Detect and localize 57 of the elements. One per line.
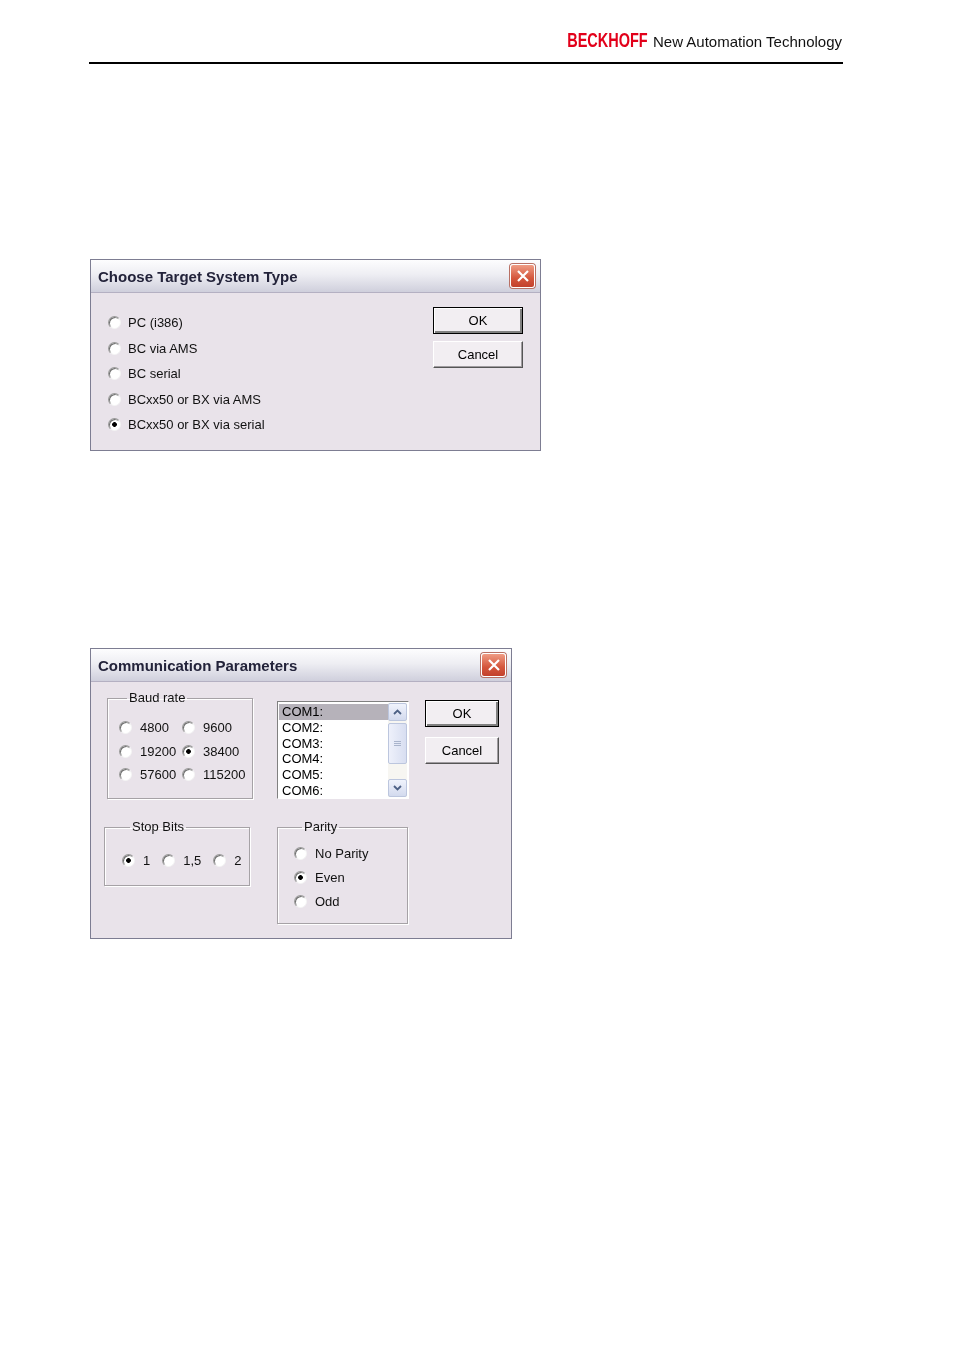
- radio-button[interactable]: [294, 870, 307, 884]
- radio-button[interactable]: [108, 392, 121, 406]
- option-label[interactable]: BC serial: [128, 366, 181, 382]
- option-label[interactable]: Even: [315, 869, 345, 885]
- group-label: Baud rate: [128, 691, 187, 705]
- option-label[interactable]: 1: [143, 852, 151, 868]
- caret-down-icon: [393, 785, 402, 791]
- option-label[interactable]: BCxx50 or BX via AMS: [128, 391, 261, 407]
- window-title: Choose Target System Type: [98, 267, 298, 285]
- dialog-button[interactable]: OK: [425, 700, 499, 727]
- option-label[interactable]: PC (i386): [128, 315, 183, 331]
- option-label[interactable]: BC via AMS: [128, 340, 198, 356]
- option-label[interactable]: 38400: [203, 743, 240, 759]
- option-label[interactable]: 2: [234, 852, 242, 868]
- radio-button[interactable]: [182, 744, 195, 758]
- radio-button[interactable]: [108, 341, 121, 355]
- close-icon: [487, 659, 500, 671]
- window-title: Communication Parameters: [98, 656, 298, 674]
- option-label[interactable]: 4800: [140, 720, 169, 736]
- option-label[interactable]: 115200: [203, 767, 246, 783]
- option-label[interactable]: No Parity: [315, 845, 369, 861]
- radio-button[interactable]: [108, 316, 121, 330]
- scroll-thumb[interactable]: [388, 723, 407, 764]
- close-icon: [516, 270, 529, 282]
- list-item[interactable]: COM1:: [279, 704, 388, 720]
- radio-button[interactable]: [182, 721, 195, 735]
- option-label[interactable]: 1,5: [183, 852, 202, 868]
- dialog-button[interactable]: Cancel: [425, 737, 499, 764]
- dialog-button[interactable]: Cancel: [433, 341, 523, 368]
- option-label[interactable]: 57600: [140, 767, 177, 783]
- radio-button[interactable]: [119, 721, 132, 735]
- option-label[interactable]: Odd: [315, 893, 340, 909]
- grip-icon: [394, 740, 401, 747]
- radio-button[interactable]: [182, 768, 195, 782]
- option-label[interactable]: 19200: [140, 743, 177, 759]
- brand-tagline: New Automation Technology: [653, 32, 842, 52]
- scroll-up-button[interactable]: [388, 703, 407, 721]
- dialog-button[interactable]: OK: [433, 307, 523, 334]
- radio-button[interactable]: [119, 744, 132, 758]
- list-item[interactable]: COM4:: [279, 751, 388, 768]
- close-button[interactable]: [481, 653, 506, 677]
- group-label: Stop Bits: [131, 820, 186, 834]
- option-label[interactable]: BCxx50 or BX via serial: [128, 417, 265, 433]
- list-item[interactable]: COM6:: [279, 783, 388, 799]
- radio-button[interactable]: [119, 768, 132, 782]
- brand-logo: BECKHOFF: [567, 29, 648, 51]
- caret-up-icon: [393, 709, 402, 715]
- scroll-down-button[interactable]: [388, 779, 407, 797]
- radio-button[interactable]: [108, 367, 121, 381]
- close-button[interactable]: [510, 264, 535, 288]
- list-item[interactable]: COM5:: [279, 767, 388, 783]
- group-label: Parity: [303, 820, 339, 834]
- radio-button[interactable]: [108, 418, 121, 432]
- option-label[interactable]: 9600: [203, 720, 232, 736]
- list-item[interactable]: COM2:: [279, 719, 388, 736]
- port-list[interactable]: COM1: COM2: COM3: COM4: COM5: COM6:: [277, 701, 409, 799]
- list-item[interactable]: COM3:: [279, 735, 388, 752]
